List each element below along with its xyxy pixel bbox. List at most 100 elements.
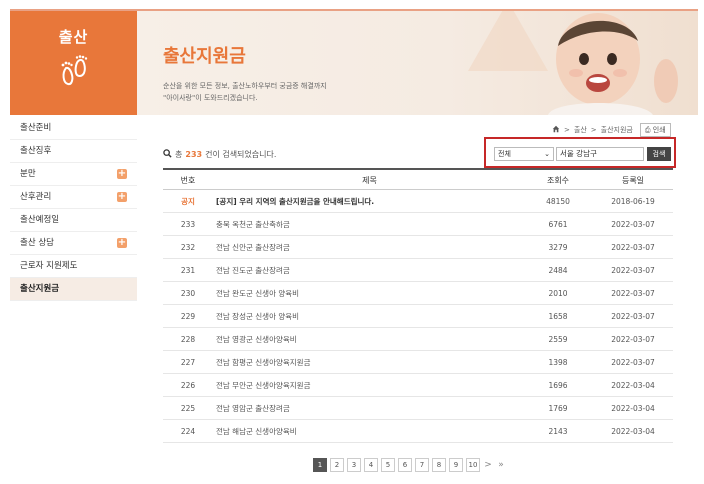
row-no: 227 <box>180 358 196 367</box>
row-views: 2143 <box>548 427 568 436</box>
page-banner: 출산지원금 순산을 위한 모든 정보, 출산노하우부터 궁금증 해결까지 "아이… <box>137 11 698 115</box>
header-no: 번호 <box>180 176 196 185</box>
sidebar-item-birth-prep[interactable]: 출산준비 <box>10 117 137 140</box>
search-category-select[interactable]: 전체 ⌄ <box>494 147 554 161</box>
row-title-link[interactable]: 전남 무안군 신생아양육지원금 <box>213 374 523 396</box>
row-date: 2018-06-19 <box>611 197 655 206</box>
count-prefix: 총 <box>175 150 183 159</box>
sidebar-header: 출산 <box>10 11 137 115</box>
row-views: 2010 <box>548 289 568 298</box>
row-title-link[interactable]: 전남 신안군 출산장려금 <box>213 236 523 258</box>
header-date: 등록일 <box>621 176 645 185</box>
page-9[interactable]: 9 <box>449 458 463 472</box>
row-date: 2022-03-07 <box>611 289 655 298</box>
page-2[interactable]: 2 <box>330 458 344 472</box>
header-views: 조회수 <box>546 176 570 185</box>
row-date: 2022-03-07 <box>611 243 655 252</box>
search-icon <box>163 149 172 160</box>
table-row: 227 전남 함평군 신생아양육지원금 1398 2022-03-07 <box>163 351 673 374</box>
row-no: 229 <box>180 312 196 321</box>
row-title-link[interactable]: 충북 옥천군 출산축하금 <box>213 213 523 235</box>
page-5[interactable]: 5 <box>381 458 395 472</box>
row-views: 1658 <box>548 312 568 321</box>
breadcrumb-item[interactable]: 출산 <box>574 125 587 135</box>
home-icon[interactable] <box>552 125 560 135</box>
sidebar-title: 출산 <box>58 28 89 46</box>
row-views: 1696 <box>548 381 568 390</box>
row-title-link[interactable]: 전남 진도군 출산장려금 <box>213 259 523 281</box>
page-10[interactable]: 10 <box>466 458 480 472</box>
row-date: 2022-03-04 <box>611 427 655 436</box>
sidebar-item-postpartum[interactable]: 산후관리 + <box>10 186 137 209</box>
sidebar-item-consult[interactable]: 출산 상담 + <box>10 232 137 255</box>
sidebar-item-label: 근로자 지원제도 <box>20 261 78 271</box>
count-suffix: 건이 검색되었습니다. <box>205 150 277 159</box>
row-date: 2022-03-07 <box>611 358 655 367</box>
row-views: 3279 <box>548 243 568 252</box>
table-row: 232 전남 신안군 출산장려금 3279 2022-03-07 <box>163 236 673 259</box>
banner-desc-line1: 순산을 위한 모든 정보, 출산노하우부터 궁금증 해결까지 <box>163 82 327 90</box>
breadcrumb-separator: > <box>564 126 570 134</box>
plus-icon[interactable]: + <box>117 238 127 248</box>
chevron-down-icon: ⌄ <box>544 150 550 158</box>
row-no: 231 <box>180 266 196 275</box>
sidebar-item-birth-signs[interactable]: 출산징후 <box>10 140 137 163</box>
table-row: 226 전남 무안군 신생아양육지원금 1696 2022-03-04 <box>163 374 673 397</box>
sidebar-item-label: 산후관리 <box>20 192 52 202</box>
sidebar-item-due-date[interactable]: 출산예정일 <box>10 209 137 232</box>
sidebar-item-delivery[interactable]: 분만 + <box>10 163 137 186</box>
baby-feet-icon <box>57 55 91 91</box>
page-8[interactable]: 8 <box>432 458 446 472</box>
banner-description: 순산을 위한 모든 정보, 출산노하우부터 궁금증 해결까지 "아이사랑"이 도… <box>163 80 423 104</box>
row-title-link[interactable]: 전남 영광군 신생아양육비 <box>213 328 523 350</box>
breadcrumb-item[interactable]: 출산지원금 <box>601 125 633 135</box>
row-no: 232 <box>180 243 196 252</box>
row-date: 2022-03-07 <box>611 335 655 344</box>
search-input[interactable]: 서울 강남구 <box>556 147 644 161</box>
row-no: 230 <box>180 289 196 298</box>
row-title-link[interactable]: 전남 해남군 신생아양육비 <box>213 420 523 442</box>
row-views: 1769 <box>548 404 568 413</box>
print-button[interactable]: ⎙ 인쇄 <box>639 123 671 137</box>
row-title-link[interactable]: [공지] 우리 지역의 출산지원금을 안내해드립니다. <box>213 190 523 212</box>
page-7[interactable]: 7 <box>415 458 429 472</box>
select-value: 전체 <box>498 150 511 158</box>
row-title-link[interactable]: 전남 완도군 신생아 양육비 <box>213 282 523 304</box>
sidebar-item-label: 출산지원금 <box>20 284 60 294</box>
pagination: 1 2 3 4 5 6 7 8 9 10 > » <box>313 458 506 472</box>
row-views: 6761 <box>548 220 568 229</box>
page-4[interactable]: 4 <box>364 458 378 472</box>
row-title-link[interactable]: 전남 영암군 출산장려금 <box>213 397 523 419</box>
sidebar-item-label: 출산준비 <box>20 123 52 133</box>
page-6[interactable]: 6 <box>398 458 412 472</box>
header-title: 제목 <box>362 176 377 185</box>
row-views: 48150 <box>546 197 570 206</box>
row-title-link[interactable]: 전남 장성군 신생아 양육비 <box>213 305 523 327</box>
sidebar-item-birth-subsidy[interactable]: 출산지원금 <box>10 278 137 301</box>
row-no: 228 <box>180 335 196 344</box>
table-row: 228 전남 영광군 신생아양육비 2559 2022-03-07 <box>163 328 673 351</box>
row-no: 224 <box>180 427 196 436</box>
search-area: 전체 ⌄ 서울 강남구 검색 <box>484 137 676 168</box>
row-date: 2022-03-07 <box>611 312 655 321</box>
baby-photo <box>548 13 678 115</box>
plus-icon[interactable]: + <box>117 169 127 179</box>
table-row-notice: 공지 [공지] 우리 지역의 출산지원금을 안내해드립니다. 48150 201… <box>163 190 673 213</box>
page-1[interactable]: 1 <box>313 458 327 472</box>
row-date: 2022-03-04 <box>611 404 655 413</box>
search-button[interactable]: 검색 <box>647 147 671 161</box>
row-no: 226 <box>180 381 196 390</box>
sidebar-item-label: 출산예정일 <box>20 215 60 225</box>
next-page-button[interactable]: > <box>483 460 493 470</box>
sidebar-item-label: 출산징후 <box>20 146 52 156</box>
table-row: 233 충북 옥천군 출산축하금 6761 2022-03-07 <box>163 213 673 236</box>
plus-icon[interactable]: + <box>117 192 127 202</box>
breadcrumb-separator: > <box>590 126 597 134</box>
row-title-link[interactable]: 전남 함평군 신생아양육지원금 <box>213 351 523 373</box>
sidebar-item-label: 분만 <box>20 169 36 179</box>
sidebar-menu: 출산준비 출산징후 분만 + 산후관리 + 출산예정일 출산 상담 + 근로자 지원제… <box>10 117 137 301</box>
sidebar-item-worker-support[interactable]: 근로자 지원제도 <box>10 255 137 278</box>
row-no: 공지 <box>181 197 195 206</box>
page-3[interactable]: 3 <box>347 458 361 472</box>
last-page-button[interactable]: » <box>496 460 506 470</box>
